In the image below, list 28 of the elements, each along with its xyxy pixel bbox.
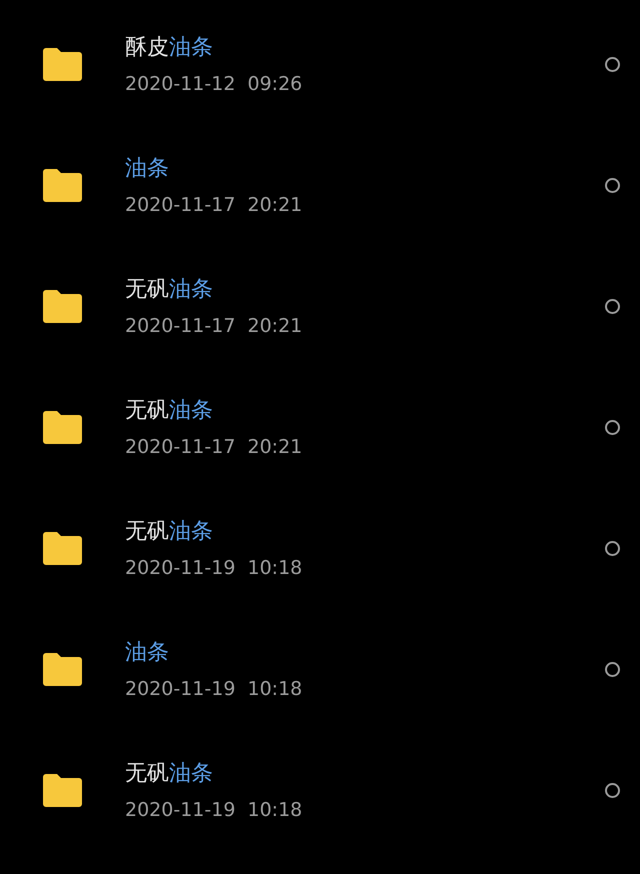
select-radio[interactable] (605, 57, 620, 72)
select-radio[interactable] (605, 299, 620, 314)
file-date: 2020-11-17 20:21 (125, 314, 304, 338)
file-name: 无矾油条 (125, 396, 214, 424)
folder-icon (43, 169, 82, 202)
select-radio[interactable] (605, 178, 620, 193)
file-name: 无矾油条 (125, 760, 214, 788)
folder-icon (43, 653, 82, 686)
folder-icon (43, 532, 82, 565)
file-date: 2020-11-17 20:21 (125, 434, 304, 458)
file-date: 2020-11-17 20:21 (125, 192, 304, 216)
select-radio[interactable] (605, 662, 620, 677)
folder-icon (43, 48, 82, 81)
file-name: 油条 (125, 154, 170, 182)
file-name: 油条 (125, 638, 170, 666)
folder-icon (43, 411, 82, 444)
file-date: 2020-11-19 10:18 (125, 556, 304, 580)
select-radio[interactable] (605, 783, 620, 798)
file-date: 2020-11-19 10:18 (125, 676, 304, 700)
file-date: 2020-11-19 10:18 (125, 798, 304, 822)
file-name: 酥皮油条 (125, 34, 214, 62)
select-radio[interactable] (605, 420, 620, 435)
folder-icon (43, 290, 82, 323)
file-date: 2020-11-12 09:26 (125, 72, 304, 96)
file-name: 无矾油条 (125, 518, 214, 546)
file-name: 无矾油条 (125, 276, 214, 304)
select-radio[interactable] (605, 541, 620, 556)
folder-icon (43, 774, 82, 807)
